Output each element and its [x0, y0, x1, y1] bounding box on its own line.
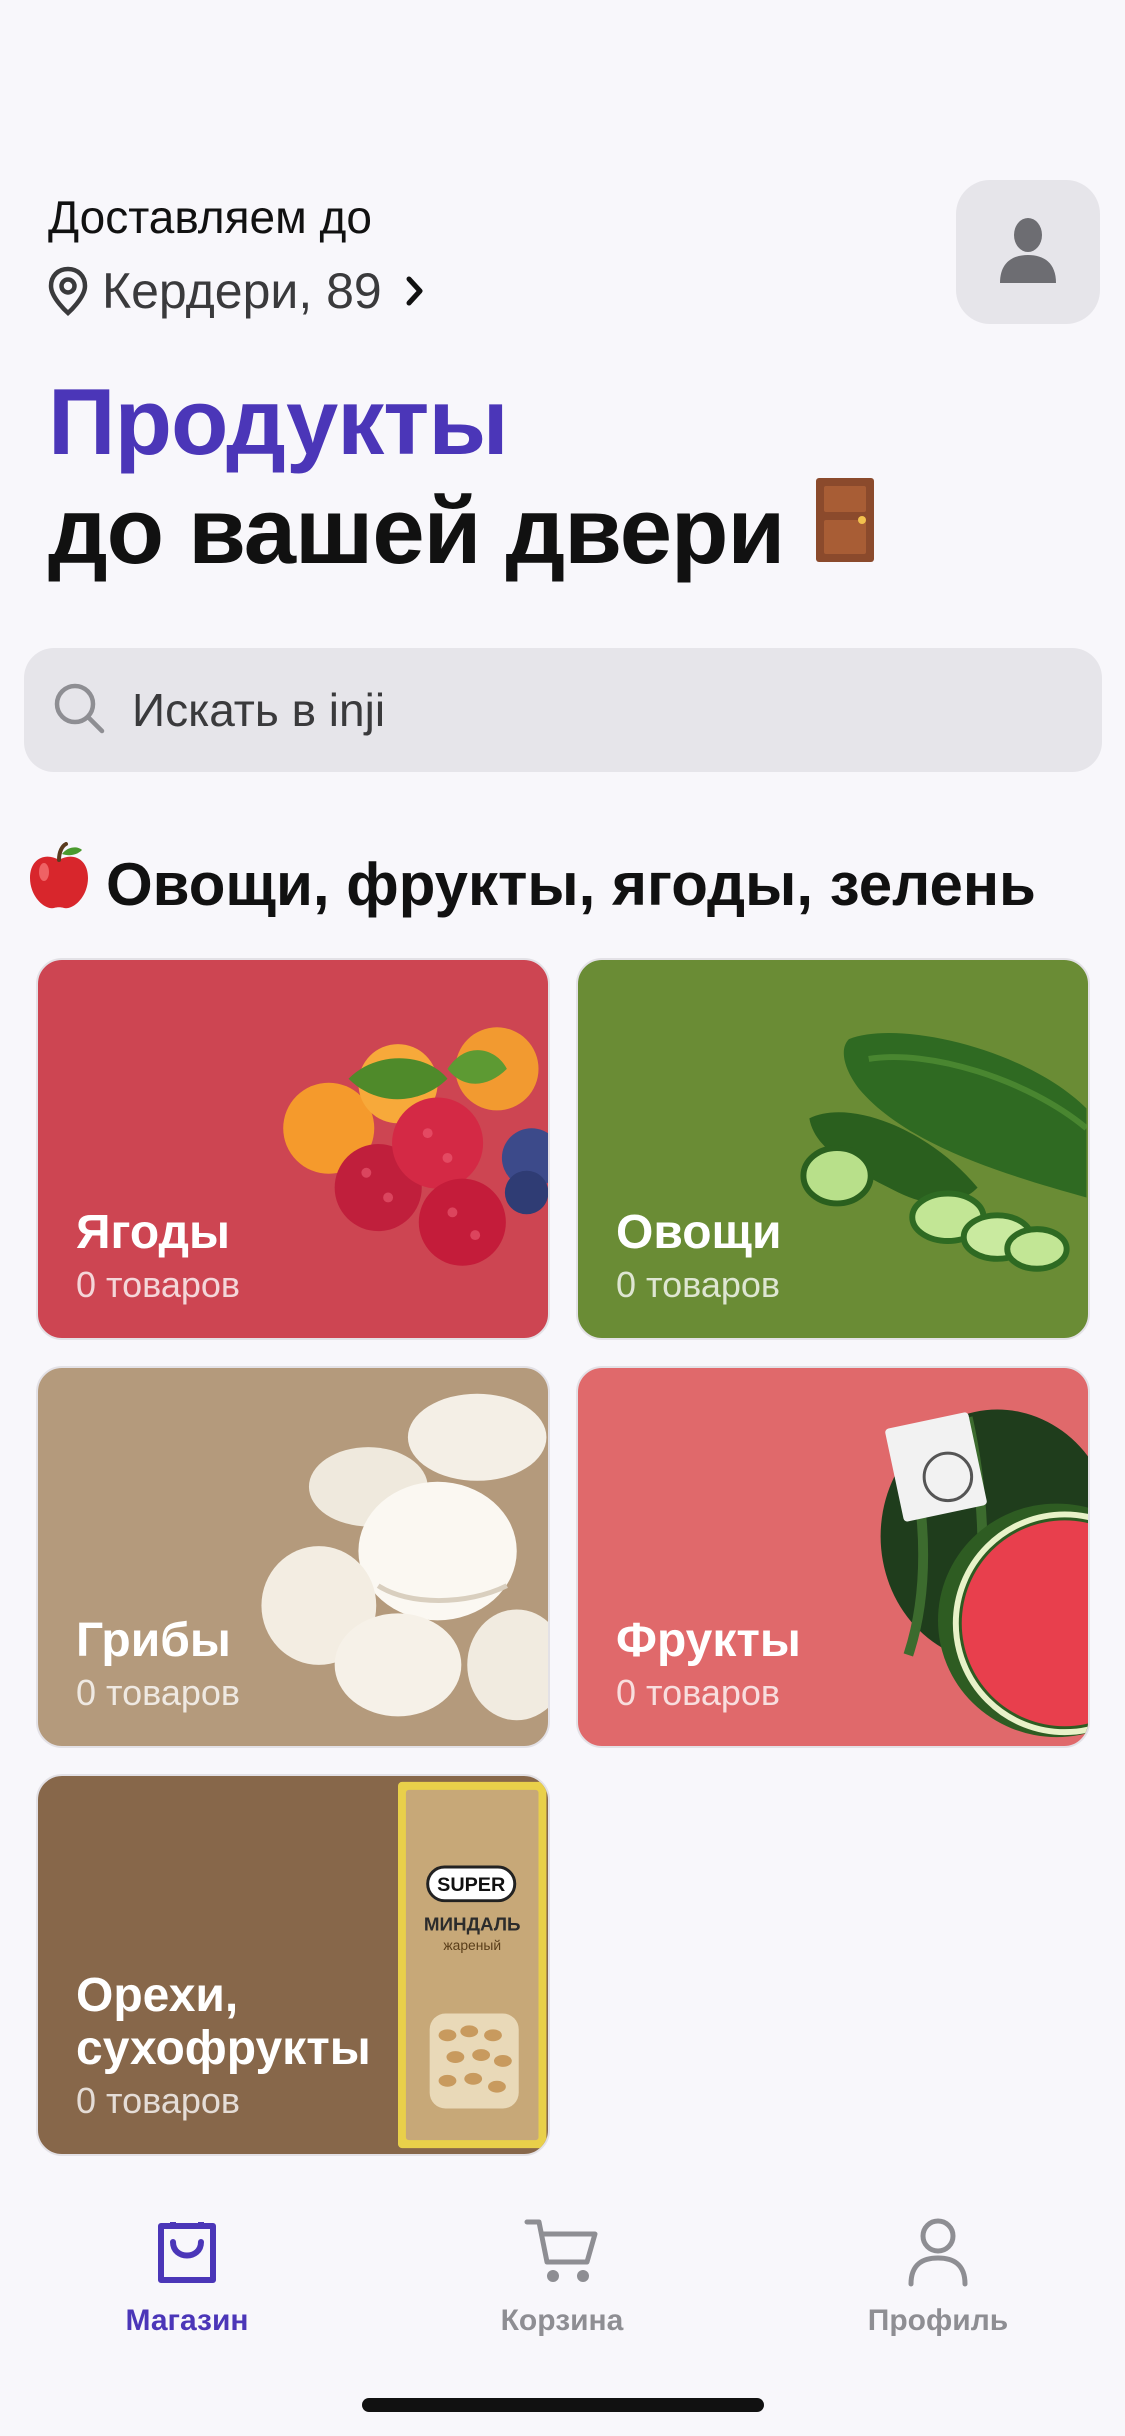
category-count: 0 товаров	[76, 1264, 241, 1305]
category-card-berries[interactable]: Ягоды 0 товаров	[36, 958, 550, 1340]
location-pin-icon	[48, 266, 88, 316]
category-name: Орехи, сухофрукты	[76, 1968, 371, 2076]
watermelon-image	[880, 1409, 1088, 1738]
pack-title: МИНДАЛЬ	[424, 1913, 521, 1934]
tab-label: Профиль	[867, 2304, 1009, 2337]
profile-button[interactable]	[956, 180, 1100, 324]
address-text: Кердери, 89	[102, 263, 382, 319]
bag-icon	[153, 2216, 221, 2296]
category-card-nuts[interactable]: SUPER МИНДАЛЬ жареный Орехи, сухофрукты …	[36, 1774, 550, 2156]
home-indicator	[362, 2398, 764, 2412]
search-bar[interactable]	[24, 648, 1102, 772]
section-heading: Овощи, фрукты, ягоды, зелень	[26, 842, 1036, 926]
chevron-right-icon	[404, 274, 426, 308]
tab-cart[interactable]: Корзина	[432, 2216, 692, 2338]
section-title: Овощи, фрукты, ягоды, зелень	[106, 850, 1036, 918]
address-selector[interactable]: Кердери, 89	[48, 262, 426, 320]
category-count: 0 товаров	[76, 1672, 241, 1713]
person-icon	[905, 2216, 971, 2296]
hero-title-accent: Продукты	[48, 369, 509, 474]
tab-shop[interactable]: Магазин	[57, 2216, 317, 2338]
pack-brand: SUPER	[437, 1874, 505, 1896]
category-name: Ягоды	[76, 1206, 231, 1260]
category-card-mushrooms[interactable]: Грибы 0 товаров	[36, 1366, 550, 1748]
category-name: Фрукты	[616, 1614, 801, 1668]
almond-pack-image: SUPER МИНДАЛЬ жареный	[398, 1781, 547, 2149]
door-icon	[812, 476, 878, 586]
category-name: Овощи	[616, 1206, 782, 1260]
screen: Доставляем до Кердери, 89 Продукты до ва…	[0, 0, 1125, 2436]
search-icon	[52, 681, 106, 740]
hero-title: до вашей двери	[48, 476, 878, 586]
tab-profile[interactable]: Профиль	[808, 2216, 1068, 2338]
cucumbers-image	[800, 1033, 1088, 1272]
apple-icon	[26, 842, 92, 926]
deliver-label: Доставляем до	[48, 191, 372, 243]
search-input[interactable]	[132, 683, 1032, 737]
cart-icon	[523, 2216, 601, 2296]
category-count: 0 товаров	[616, 1264, 781, 1305]
category-count: 0 товаров	[616, 1672, 781, 1713]
category-name: Грибы	[76, 1614, 231, 1668]
tab-label: Корзина	[500, 2304, 624, 2337]
hero-title-text: до вашей двери	[48, 478, 785, 583]
category-count: 0 товаров	[76, 2080, 241, 2121]
category-card-vegetables[interactable]: Овощи 0 товаров	[576, 958, 1090, 1340]
pack-subtitle: жареный	[443, 1937, 501, 1953]
mushrooms-image	[261, 1393, 548, 1721]
category-card-fruits[interactable]: Фрукты 0 товаров	[576, 1366, 1090, 1748]
berries-image	[283, 1027, 548, 1266]
tab-label: Магазин	[125, 2304, 249, 2337]
person-silhouette-icon	[998, 217, 1058, 288]
